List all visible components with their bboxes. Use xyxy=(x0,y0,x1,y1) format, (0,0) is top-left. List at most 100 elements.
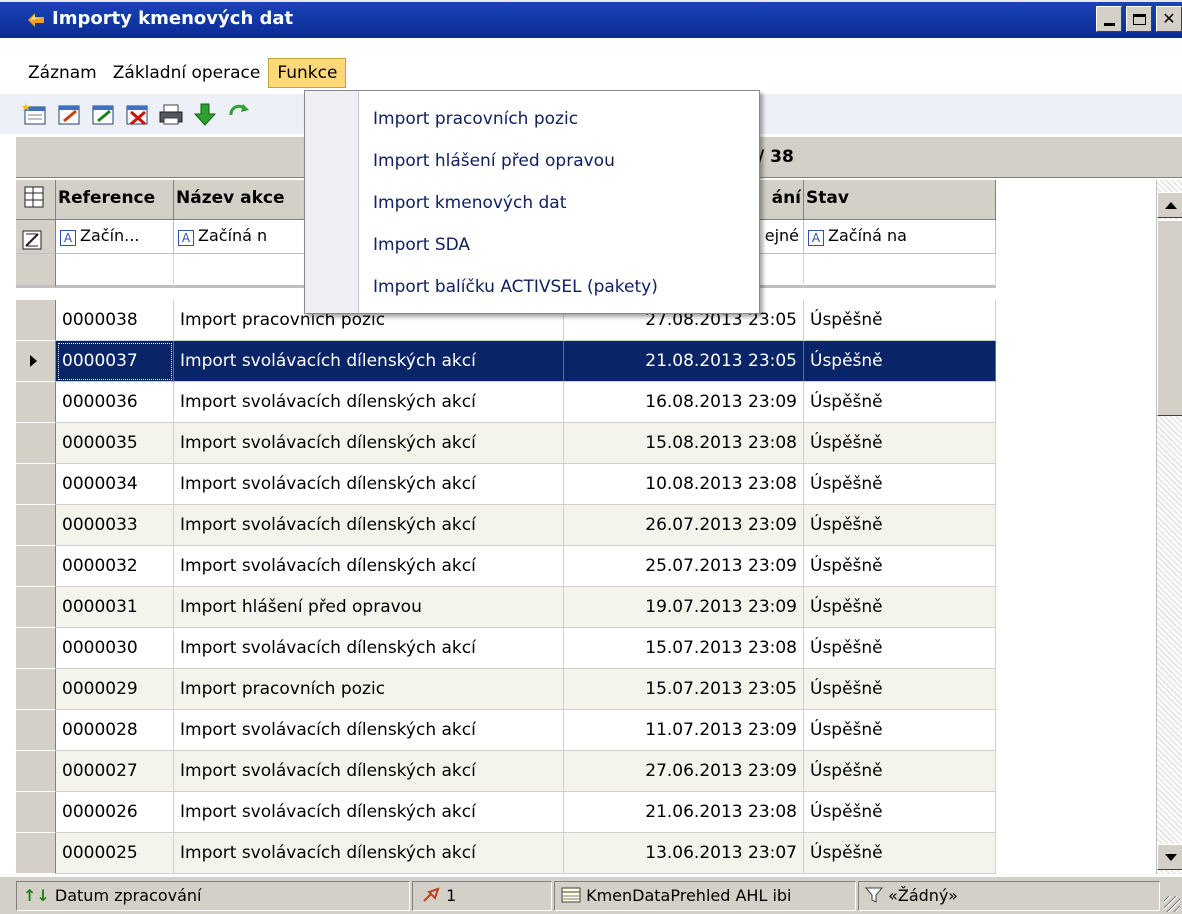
table-row[interactable]: 0000036 Import svolávacích dílenských ak… xyxy=(16,382,996,423)
filter-reference-operator: Začín... xyxy=(80,226,140,245)
menu-item-import-pracovnich-pozic[interactable]: Import pracovních pozic xyxy=(359,97,759,139)
status-sort[interactable]: ↑↓ Datum zpracování xyxy=(16,881,410,911)
table-row[interactable]: 0000033 Import svolávacích dílenských ak… xyxy=(16,505,996,546)
filter-stav[interactable]: A Začíná na xyxy=(804,220,996,254)
record-count: / 38 xyxy=(758,147,794,167)
row-indicator[interactable] xyxy=(16,628,56,669)
table-row[interactable]: 0000025 Import svolávacích dílenských ak… xyxy=(16,833,996,874)
row-indicator[interactable] xyxy=(16,505,56,546)
cell-reference: 0000028 xyxy=(56,710,174,751)
filter-input-reference[interactable] xyxy=(56,254,174,288)
row-indicator[interactable] xyxy=(16,423,56,464)
table-row[interactable]: 0000031 Import hlášení před opravou 19.0… xyxy=(16,587,996,628)
table-row[interactable]: 0000030 Import svolávacích dílenských ak… xyxy=(16,628,996,669)
row-indicator[interactable] xyxy=(16,833,56,874)
cell-datum: 21.06.2013 23:08 xyxy=(564,792,804,833)
column-header-stav[interactable]: Stav xyxy=(804,180,996,220)
refresh-icon[interactable] xyxy=(226,101,252,127)
menu-item-import-sda[interactable]: Import SDA xyxy=(359,223,759,265)
status-sort-label: Datum zpracování xyxy=(54,886,202,905)
text-filter-icon: A xyxy=(178,230,194,246)
cell-datum: 16.08.2013 23:09 xyxy=(564,382,804,423)
close-button[interactable]: ✕ xyxy=(1156,6,1182,32)
edit-copy-icon[interactable] xyxy=(90,101,116,127)
column-header-reference[interactable]: Reference xyxy=(56,180,174,220)
move-down-icon[interactable] xyxy=(192,101,218,127)
cell-nazev-akce: Import pracovních pozic xyxy=(174,669,564,710)
filter-nazev-operator: Začíná n xyxy=(198,226,268,245)
edit-icon[interactable] xyxy=(56,101,82,127)
print-icon[interactable] xyxy=(158,101,184,127)
status-filter[interactable]: «Žádný» xyxy=(858,881,1160,911)
row-indicator[interactable] xyxy=(16,341,56,382)
table-row[interactable]: 0000026 Import svolávacích dílenských ak… xyxy=(16,792,996,833)
row-indicator[interactable] xyxy=(16,464,56,505)
menu-zakladni-operace[interactable]: Základní operace xyxy=(105,59,269,87)
cell-stav: Úspěšně xyxy=(804,628,996,669)
filter-toggle-button[interactable] xyxy=(16,220,56,254)
cell-reference: 0000025 xyxy=(56,833,174,874)
status-count: 1 xyxy=(412,881,552,911)
vertical-scrollbar[interactable] xyxy=(1156,180,1182,874)
cell-stav: Úspěšně xyxy=(804,792,996,833)
close-icon: ✕ xyxy=(1162,9,1176,28)
cell-reference: 0000026 xyxy=(56,792,174,833)
menu-bar: Záznam Základní operace Funkce xyxy=(0,55,1182,91)
scroll-up-button[interactable] xyxy=(1157,192,1182,218)
cell-nazev-akce: Import svolávacích dílenských akcí xyxy=(174,423,564,464)
cell-datum: 10.08.2013 23:08 xyxy=(564,464,804,505)
menu-item-import-balicku-activsel[interactable]: Import balíčku ACTIVSEL (pakety) xyxy=(359,265,759,307)
menu-funkce[interactable]: Funkce xyxy=(268,58,347,88)
row-indicator[interactable] xyxy=(16,751,56,792)
status-count-label: 1 xyxy=(446,886,457,905)
filter-stav-operator: Začíná na xyxy=(828,226,907,245)
table-row[interactable]: 0000034 Import svolávacích dílenských ak… xyxy=(16,464,996,505)
row-indicator[interactable] xyxy=(16,300,56,341)
cell-nazev-akce: Import svolávacích dílenských akcí xyxy=(174,751,564,792)
filter-input-stav[interactable] xyxy=(804,254,996,288)
cell-reference: 0000038 xyxy=(56,300,174,341)
delete-icon[interactable] xyxy=(124,101,150,127)
table-row[interactable]: 0000028 Import svolávacích dílenských ak… xyxy=(16,710,996,751)
filter-reference[interactable]: A Začín... xyxy=(56,220,174,254)
window-title: Importy kmenových dat xyxy=(52,8,294,29)
cell-nazev-akce: Import svolávacích dílenských akcí xyxy=(174,710,564,751)
resize-grip[interactable] xyxy=(1164,896,1180,912)
menu-zaznam[interactable]: Záznam xyxy=(20,59,105,87)
cell-nazev-akce: Import svolávacích dílenských akcí xyxy=(174,628,564,669)
cell-reference: 0000032 xyxy=(56,546,174,587)
scroll-down-button[interactable] xyxy=(1157,844,1182,870)
row-indicator[interactable] xyxy=(16,587,56,628)
row-indicator[interactable] xyxy=(16,382,56,423)
maximize-button[interactable] xyxy=(1126,6,1152,32)
cell-reference: 0000037 xyxy=(56,341,174,382)
row-indicator[interactable] xyxy=(16,669,56,710)
row-indicator[interactable] xyxy=(16,792,56,833)
filter-datum-operator: ejné xyxy=(764,226,799,245)
status-bar: ↑↓ Datum zpracování 1 KmenDataPrehled AH… xyxy=(0,876,1182,914)
table-row[interactable]: 0000035 Import svolávacích dílenských ak… xyxy=(16,423,996,464)
arrow-up-icon xyxy=(1165,202,1177,209)
scroll-thumb[interactable] xyxy=(1157,220,1182,416)
minimize-button[interactable] xyxy=(1096,6,1122,32)
cell-stav: Úspěšně xyxy=(804,587,996,628)
status-view[interactable]: KmenDataPrehled AHL ibi xyxy=(554,881,856,911)
cell-stav: Úspěšně xyxy=(804,382,996,423)
table-row[interactable]: 0000027 Import svolávacích dílenských ak… xyxy=(16,751,996,792)
menu-item-import-kmenovych-dat[interactable]: Import kmenových dat xyxy=(359,181,759,223)
row-indicator[interactable] xyxy=(16,546,56,587)
row-indicator[interactable] xyxy=(16,710,56,751)
new-record-icon[interactable] xyxy=(22,101,48,127)
menu-item-import-hlaseni-pred-opravou[interactable]: Import hlášení před opravou xyxy=(359,139,759,181)
column-chooser-icon xyxy=(24,186,44,208)
window-titlebar[interactable]: Importy kmenových dat ✕ xyxy=(0,0,1182,38)
maximize-icon xyxy=(1132,13,1146,25)
cell-stav: Úspěšně xyxy=(804,751,996,792)
cell-datum: 19.07.2013 23:09 xyxy=(564,587,804,628)
table-row-selected[interactable]: 0000037 Import svolávacích dílenských ak… xyxy=(16,341,996,382)
column-chooser-button[interactable] xyxy=(16,180,56,220)
table-row[interactable]: 0000032 Import svolávacích dílenských ak… xyxy=(16,546,996,587)
cell-reference: 0000030 xyxy=(56,628,174,669)
cell-nazev-akce: Import svolávacích dílenských akcí xyxy=(174,464,564,505)
table-row[interactable]: 0000029 Import pracovních pozic 15.07.20… xyxy=(16,669,996,710)
